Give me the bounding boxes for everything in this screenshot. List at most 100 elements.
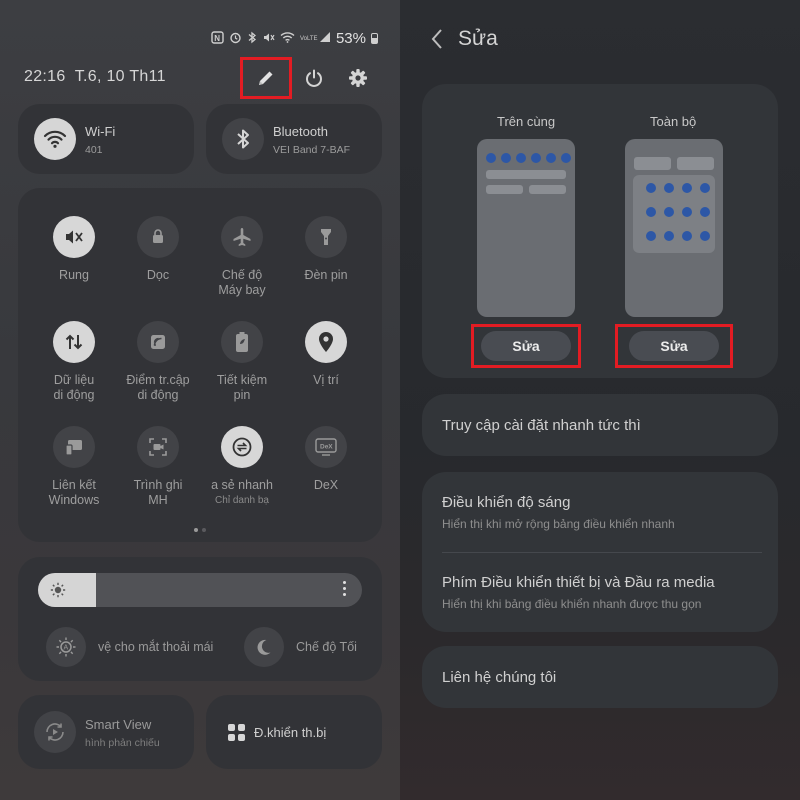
wifi-status-icon xyxy=(280,31,295,46)
dex-icon: DeX xyxy=(305,426,347,468)
brightness-control-sub: Hiển thị khi mở rộng bảng điều khiển nha… xyxy=(442,517,675,531)
back-button[interactable] xyxy=(430,28,444,55)
wifi-label: Wi-Fi xyxy=(85,124,116,139)
edit-screen: Sửa Trên cùng Toàn bộ Sửa Sửa Truy cập c… xyxy=(400,0,800,800)
quick-panel: N VoLTE 53% 22:16 T.6, 10 Th11 Wi-Fi 401… xyxy=(0,0,400,800)
device-control-icon xyxy=(228,724,245,741)
tile-label-2: di động xyxy=(53,388,95,402)
svg-text:DeX: DeX xyxy=(320,444,333,451)
bluetooth-device: VEI Band 7-BAF xyxy=(273,144,351,156)
smart-view-tile[interactable]: Smart View hình phản chiếu xyxy=(18,695,194,769)
tile-screen-recorder[interactable]: Trình ghi MH xyxy=(116,426,200,508)
tile-label: Tiết kiệm xyxy=(216,373,268,387)
tile-label-2: MH xyxy=(148,493,168,507)
edit-top-label: Sửa xyxy=(481,331,571,361)
tile-label: Điểm tr.cập xyxy=(126,373,190,387)
device-control-label: Đ.khiển th.bị xyxy=(254,725,327,740)
eye-comfort-label: vệ cho mắt thoải mái xyxy=(98,640,214,654)
divider xyxy=(442,552,762,553)
tile-label: Dọc xyxy=(146,268,170,282)
eye-comfort-icon: A xyxy=(46,627,86,667)
device-control-tile[interactable]: Đ.khiển th.bị xyxy=(206,695,382,769)
quick-share-icon xyxy=(221,426,263,468)
media-control-sub: Hiển thị khi bảng điều khiển nhanh được … xyxy=(442,597,702,611)
link-windows-icon xyxy=(53,426,95,468)
brightness-icon xyxy=(50,582,66,603)
tile-flashlight[interactable]: Đèn pin xyxy=(284,216,368,283)
power-button[interactable] xyxy=(294,58,334,98)
media-control-item[interactable]: Phím Điều khiển thiết bị và Đầu ra media… xyxy=(442,574,715,611)
tile-label: Dữ liệu xyxy=(53,373,95,387)
airplane-icon xyxy=(221,216,263,258)
tile-label-2: pin xyxy=(233,388,251,402)
edit-all-button[interactable]: Sửa xyxy=(615,324,733,368)
all-layout-preview xyxy=(625,139,723,317)
wifi-network: 401 xyxy=(85,144,103,156)
screen-recorder-icon xyxy=(137,426,179,468)
tile-power-saving[interactable]: Tiết kiệm pin xyxy=(200,321,284,403)
power-icon xyxy=(306,69,322,87)
tile-quick-share[interactable]: a sẻ nhanh Chỉ danh bạ xyxy=(200,426,284,506)
svg-text:A: A xyxy=(64,645,69,652)
edit-button[interactable] xyxy=(240,57,292,99)
tile-label-2: Windows xyxy=(48,493,100,507)
contact-us-item[interactable]: Liên hệ chúng tôi xyxy=(422,646,778,708)
contact-us-label: Liên hệ chúng tôi xyxy=(442,668,557,686)
nfc-icon: N xyxy=(211,30,224,47)
bluetooth-icon[interactable] xyxy=(222,118,264,160)
bluetooth-tile[interactable]: Bluetooth VEI Band 7-BAF xyxy=(206,104,382,174)
layout-preview-card: Trên cùng Toàn bộ Sửa Sửa xyxy=(422,84,778,378)
gear-icon xyxy=(349,69,367,87)
dark-mode-toggle[interactable]: Chế độ Tối xyxy=(244,627,357,667)
bluetooth-label: Bluetooth xyxy=(273,124,328,139)
tile-label: Liên kết xyxy=(52,478,96,492)
settings-button[interactable] xyxy=(338,58,378,98)
tile-label: Vị trí xyxy=(313,373,339,387)
chevron-left-icon xyxy=(431,29,442,49)
page-title: Sửa xyxy=(458,27,498,50)
bluetooth-status-icon xyxy=(247,31,257,47)
alarm-icon xyxy=(229,31,242,47)
pencil-icon xyxy=(259,71,273,85)
battery-percent: 53% xyxy=(335,30,366,47)
tile-mobile-data[interactable]: Dữ liệu di động xyxy=(32,321,116,403)
wifi-icon[interactable] xyxy=(34,118,76,160)
date-time: 22:16 T.6, 10 Th11 xyxy=(24,68,166,85)
tile-label: DeX xyxy=(313,478,339,492)
flashlight-icon xyxy=(305,216,347,258)
moon-icon xyxy=(244,627,284,667)
instant-access-item[interactable]: Truy cập cài đặt nhanh tức thì xyxy=(422,394,778,456)
tile-vibrate[interactable]: Rung xyxy=(32,216,116,283)
brightness-control-title: Điều khiển độ sáng xyxy=(442,494,571,511)
tile-dex[interactable]: DeX DeX xyxy=(284,426,368,493)
smart-view-sub: hình phản chiếu xyxy=(85,737,160,749)
edit-top-button[interactable]: Sửa xyxy=(471,324,581,368)
all-layout-label: Toàn bộ xyxy=(650,114,697,129)
tile-label: Rung xyxy=(59,268,89,282)
brightness-panel: A vệ cho mắt thoải mái Chế độ Tối xyxy=(18,557,382,681)
eye-comfort-toggle[interactable]: A vệ cho mắt thoải mái xyxy=(46,627,213,667)
mute-status-icon xyxy=(262,31,275,47)
vibrate-icon xyxy=(53,216,95,258)
tile-airplane[interactable]: Chế độ Máy bay xyxy=(200,216,284,298)
brightness-fill xyxy=(38,573,97,607)
hotspot-icon xyxy=(137,321,179,363)
tile-label-2: di động xyxy=(137,388,179,402)
dark-mode-label: Chế độ Tối xyxy=(296,640,357,654)
tile-label: Đèn pin xyxy=(304,268,348,282)
media-control-title: Phím Điều khiển thiết bị và Đầu ra media xyxy=(442,574,715,591)
more-options-icon[interactable] xyxy=(343,581,346,596)
wifi-tile[interactable]: Wi-Fi 401 xyxy=(18,104,194,174)
instant-access-label: Truy cập cài đặt nhanh tức thì xyxy=(442,416,641,434)
brightness-control-item[interactable]: Điều khiển độ sáng Hiển thị khi mở rộng … xyxy=(442,494,675,531)
brightness-slider[interactable] xyxy=(38,573,362,607)
tile-sublabel: Chỉ danh bạ xyxy=(215,495,269,506)
tile-location[interactable]: Vị trí xyxy=(284,321,368,388)
tile-hotspot[interactable]: Điểm tr.cập di động xyxy=(116,321,200,403)
volte-indicator: VoLTE xyxy=(299,35,318,42)
tile-portrait[interactable]: Dọc xyxy=(116,216,200,283)
quick-tiles-panel: Rung Dọc Chế độMáy bay Đèn pin Dữ liệu xyxy=(18,188,382,542)
tile-link-windows[interactable]: Liên kết Windows xyxy=(32,426,116,508)
battery-saver-icon xyxy=(221,321,263,363)
status-bar: N VoLTE 53% xyxy=(211,30,378,47)
